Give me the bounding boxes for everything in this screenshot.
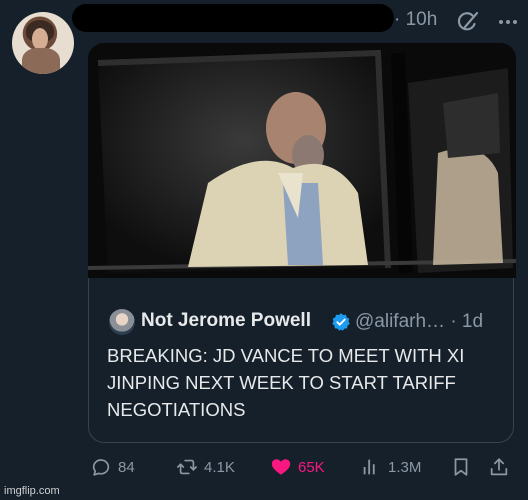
car-window-photo (88, 43, 516, 278)
repost-button[interactable]: 4.1K (176, 452, 235, 482)
grok-icon[interactable] (456, 10, 480, 34)
bookmark-icon (454, 458, 468, 476)
views-button[interactable]: 1.3M (360, 452, 421, 482)
share-button[interactable] (488, 452, 510, 482)
repost-icon (177, 459, 197, 475)
imgflip-watermark: imgflip.com (4, 485, 60, 497)
tweet-media-image[interactable] (88, 43, 516, 278)
analytics-icon (363, 459, 375, 475)
reply-button[interactable]: 84 (90, 452, 135, 482)
more-options-icon[interactable] (494, 10, 522, 34)
heart-icon (271, 459, 291, 475)
redacted-author-name (72, 4, 394, 32)
like-count: 65K (298, 458, 325, 476)
like-button[interactable]: 65K (270, 452, 325, 482)
quoted-tweet-text: BREAKING: JD VANCE TO MEET WITH XI JINPI… (107, 345, 465, 420)
quoted-tweet[interactable]: Not Jerome Powell @alifarh… · 1d BREAKIN… (88, 278, 514, 443)
repost-count: 4.1K (204, 458, 235, 476)
tweet-action-bar: 84 4.1K 65K 1.3M (0, 452, 528, 482)
verified-badge-icon (332, 313, 350, 331)
reply-count: 84 (118, 458, 135, 476)
author-avatar[interactable] (12, 12, 74, 74)
view-count: 1.3M (388, 458, 422, 476)
share-icon (490, 458, 508, 476)
quoted-handle-and-time[interactable]: @alifarh… · 1d (355, 311, 483, 333)
quoted-author-name[interactable]: Not Jerome Powell (141, 310, 311, 332)
reply-icon (92, 459, 110, 476)
bookmark-button[interactable] (450, 452, 472, 482)
quoted-author-avatar[interactable] (109, 309, 135, 335)
tweet-timestamp[interactable]: · 10h (394, 9, 437, 31)
